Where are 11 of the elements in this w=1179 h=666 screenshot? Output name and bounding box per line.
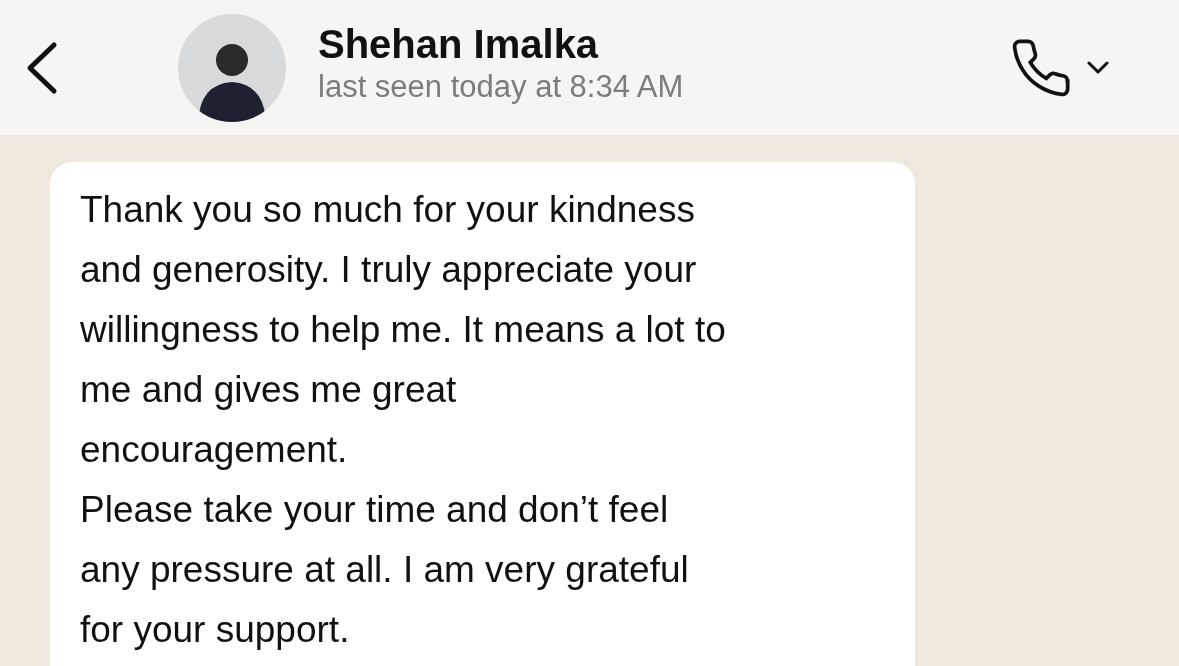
message-text: for your support. [80,608,351,652]
message-text: me and gives me great [80,368,458,412]
caret-icon [1087,60,1109,75]
contact-name: Shehan Imalka [318,20,600,68]
last-seen-status: last seen today at 8:34 AM [318,67,685,106]
message-text: Thank you so much for your kindness [80,188,696,232]
message-text: and generosity. I truly appreciate your [80,248,698,292]
message-text: Please take your time and don’t feel [80,488,670,532]
message-text: willingness to help me. It means a lot to [80,308,727,352]
message-text: any pressure at all. I am very grateful [80,548,690,592]
message-text: encouragement. [80,428,349,472]
